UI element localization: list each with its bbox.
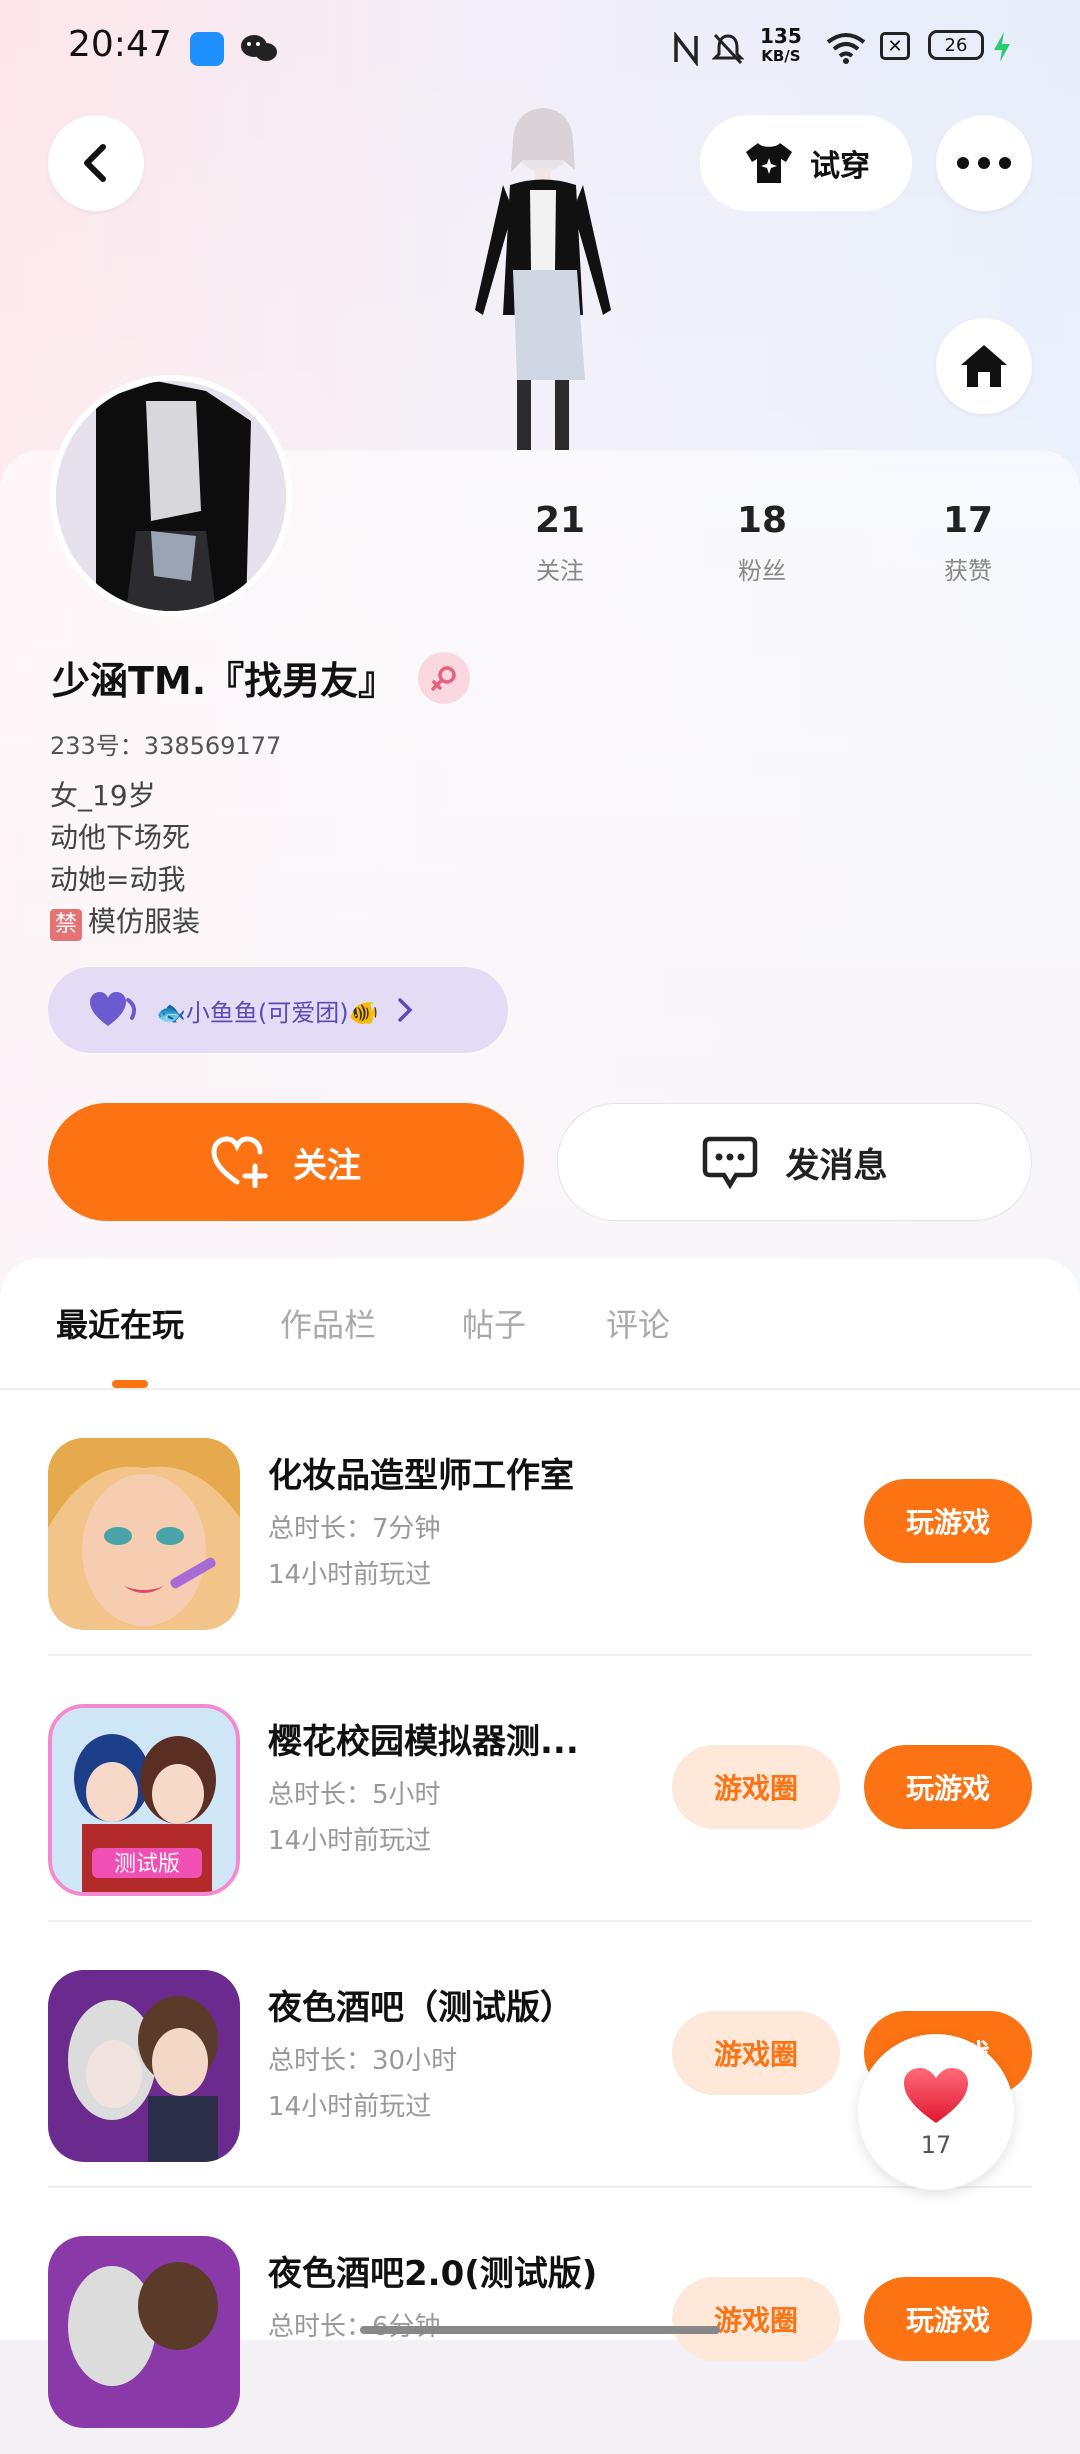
game-icon-night-bar-2[interactable]: [48, 2236, 240, 2428]
tab-posts[interactable]: 帖子: [462, 1300, 526, 1346]
status-time: 20:47: [68, 24, 172, 65]
network-speed: 135 KB/S: [760, 26, 802, 66]
bio-line: 动她=动我: [50, 863, 186, 896]
net-speed-unit: KB/S: [761, 47, 801, 65]
game-icon-sakura-school[interactable]: 测试版: [48, 1704, 240, 1896]
game-row[interactable]: 化妆品造型师工作室 总时长：7分钟 14小时前玩过 玩游戏: [0, 1390, 1080, 1656]
follow-label: 关注: [293, 1145, 361, 1186]
chat-bubble-icon: [702, 1136, 757, 1189]
home-indicator: [360, 2326, 720, 2334]
svg-text:测试版: 测试版: [114, 1852, 180, 1877]
net-speed-value: 135: [760, 24, 802, 48]
more-button[interactable]: [936, 115, 1032, 211]
more-dots-icon: [957, 157, 1011, 169]
game-last-played: 14小时前玩过: [268, 1560, 432, 1590]
charging-icon: [992, 30, 1012, 68]
game-circle-button[interactable]: 游戏圈: [672, 2277, 840, 2361]
stat-likes[interactable]: 17 获赞: [898, 500, 1038, 586]
tryon-label: 试穿: [810, 149, 870, 184]
back-arrow-icon: [84, 144, 106, 182]
nfc-icon: [672, 30, 700, 70]
send-message-button[interactable]: 发消息: [557, 1103, 1032, 1221]
chevron-right-icon: [397, 998, 412, 1022]
bio-line: 禁模仿服装: [50, 901, 200, 943]
game-title: 樱花校园模拟器测...: [268, 1722, 579, 1762]
game-duration: 总时长：30小时: [268, 2046, 458, 2076]
battery-level: 26: [944, 34, 968, 56]
game-icon-makeup[interactable]: [48, 1438, 240, 1630]
mute-icon: [711, 32, 745, 70]
stat-likes-label: 获赞: [944, 557, 992, 585]
heart-group-icon: [90, 992, 137, 1026]
avatar-3d-figure[interactable]: [455, 100, 630, 450]
fan-group-label: 🐟小鱼鱼(可爱团)🐠: [156, 998, 379, 1027]
game-title: 夜色酒吧2.0(测试版): [268, 2254, 598, 2294]
battery-icon: 26: [928, 30, 984, 60]
avatar[interactable]: [50, 375, 292, 617]
app-notification-icon: [190, 32, 224, 66]
profile-bio: 女_19岁 动他下场死 动她=动我 禁模仿服装: [50, 775, 200, 943]
game-circle-button[interactable]: 游戏圈: [672, 2011, 840, 2095]
tab-works[interactable]: 作品栏: [280, 1300, 376, 1346]
female-gender-icon: [418, 651, 471, 704]
game-circle-button[interactable]: 游戏圈: [672, 1745, 840, 1829]
home-icon: [961, 345, 1007, 387]
game-last-played: 14小时前玩过: [268, 2092, 432, 2122]
game-duration: 总时长：5小时: [268, 1780, 441, 1810]
like-float-button[interactable]: 17: [858, 2034, 1014, 2190]
back-button[interactable]: [48, 115, 144, 211]
tshirt-icon: [746, 143, 792, 183]
play-game-button[interactable]: 玩游戏: [864, 1479, 1032, 1563]
stat-following[interactable]: 21 关注: [490, 500, 630, 586]
home-button[interactable]: [936, 318, 1032, 414]
play-game-button[interactable]: 玩游戏: [864, 1745, 1032, 1829]
game-title: 化妆品造型师工作室: [268, 1456, 574, 1496]
game-title: 夜色酒吧（测试版）: [268, 1988, 574, 2028]
stat-likes-value: 17: [942, 500, 994, 541]
tab-comments[interactable]: 评论: [606, 1300, 670, 1346]
stat-fans-label: 粉丝: [738, 557, 786, 585]
bio-line: 动他下场死: [50, 821, 191, 854]
profile-name: 少涵TM.『找男友』: [52, 659, 397, 703]
bio-ban-text: 模仿服装: [88, 905, 201, 938]
ban-badge: 禁: [50, 909, 83, 941]
status-bar: 20:47 135 KB/S ✕ 26: [0, 0, 1080, 95]
game-duration: 总时长：6分钟: [268, 2312, 441, 2342]
heart-icon: [904, 2068, 968, 2123]
fan-group-button[interactable]: 🐟小鱼鱼(可爱团)🐠: [48, 967, 508, 1053]
wechat-icon: [240, 34, 278, 68]
play-game-button[interactable]: 玩游戏: [864, 2277, 1032, 2361]
stat-fans[interactable]: 18 粉丝: [692, 500, 832, 586]
message-label: 发消息: [785, 1145, 888, 1186]
user-id: 233号：338569177: [50, 732, 282, 760]
tab-indicator: [112, 1380, 148, 1388]
like-count: 17: [920, 2131, 952, 2159]
stat-following-label: 关注: [536, 557, 584, 585]
stat-following-value: 21: [534, 500, 586, 541]
tryon-button[interactable]: 试穿: [700, 115, 912, 211]
game-row[interactable]: 测试版 樱花校园模拟器测... 总时长：5小时 14小时前玩过 游戏圈 玩游戏: [0, 1656, 1080, 1922]
sim-off-icon: ✕: [880, 32, 910, 60]
heart-plus-icon: [211, 1136, 268, 1188]
bio-line: 女_19岁: [50, 779, 156, 812]
profile-name-row: 少涵TM.『找男友』: [52, 650, 471, 705]
game-duration: 总时长：7分钟: [268, 1514, 441, 1544]
game-last-played: 14小时前玩过: [268, 1826, 432, 1856]
game-row[interactable]: 夜色酒吧2.0(测试版) 总时长：6分钟 游戏圈 玩游戏: [0, 2188, 1080, 2454]
follow-button[interactable]: 关注: [48, 1103, 524, 1221]
tab-recent-played[interactable]: 最近在玩: [56, 1300, 184, 1346]
game-icon-night-bar[interactable]: [48, 1970, 240, 2162]
stat-fans-value: 18: [736, 500, 788, 541]
wifi-icon: [826, 32, 866, 68]
